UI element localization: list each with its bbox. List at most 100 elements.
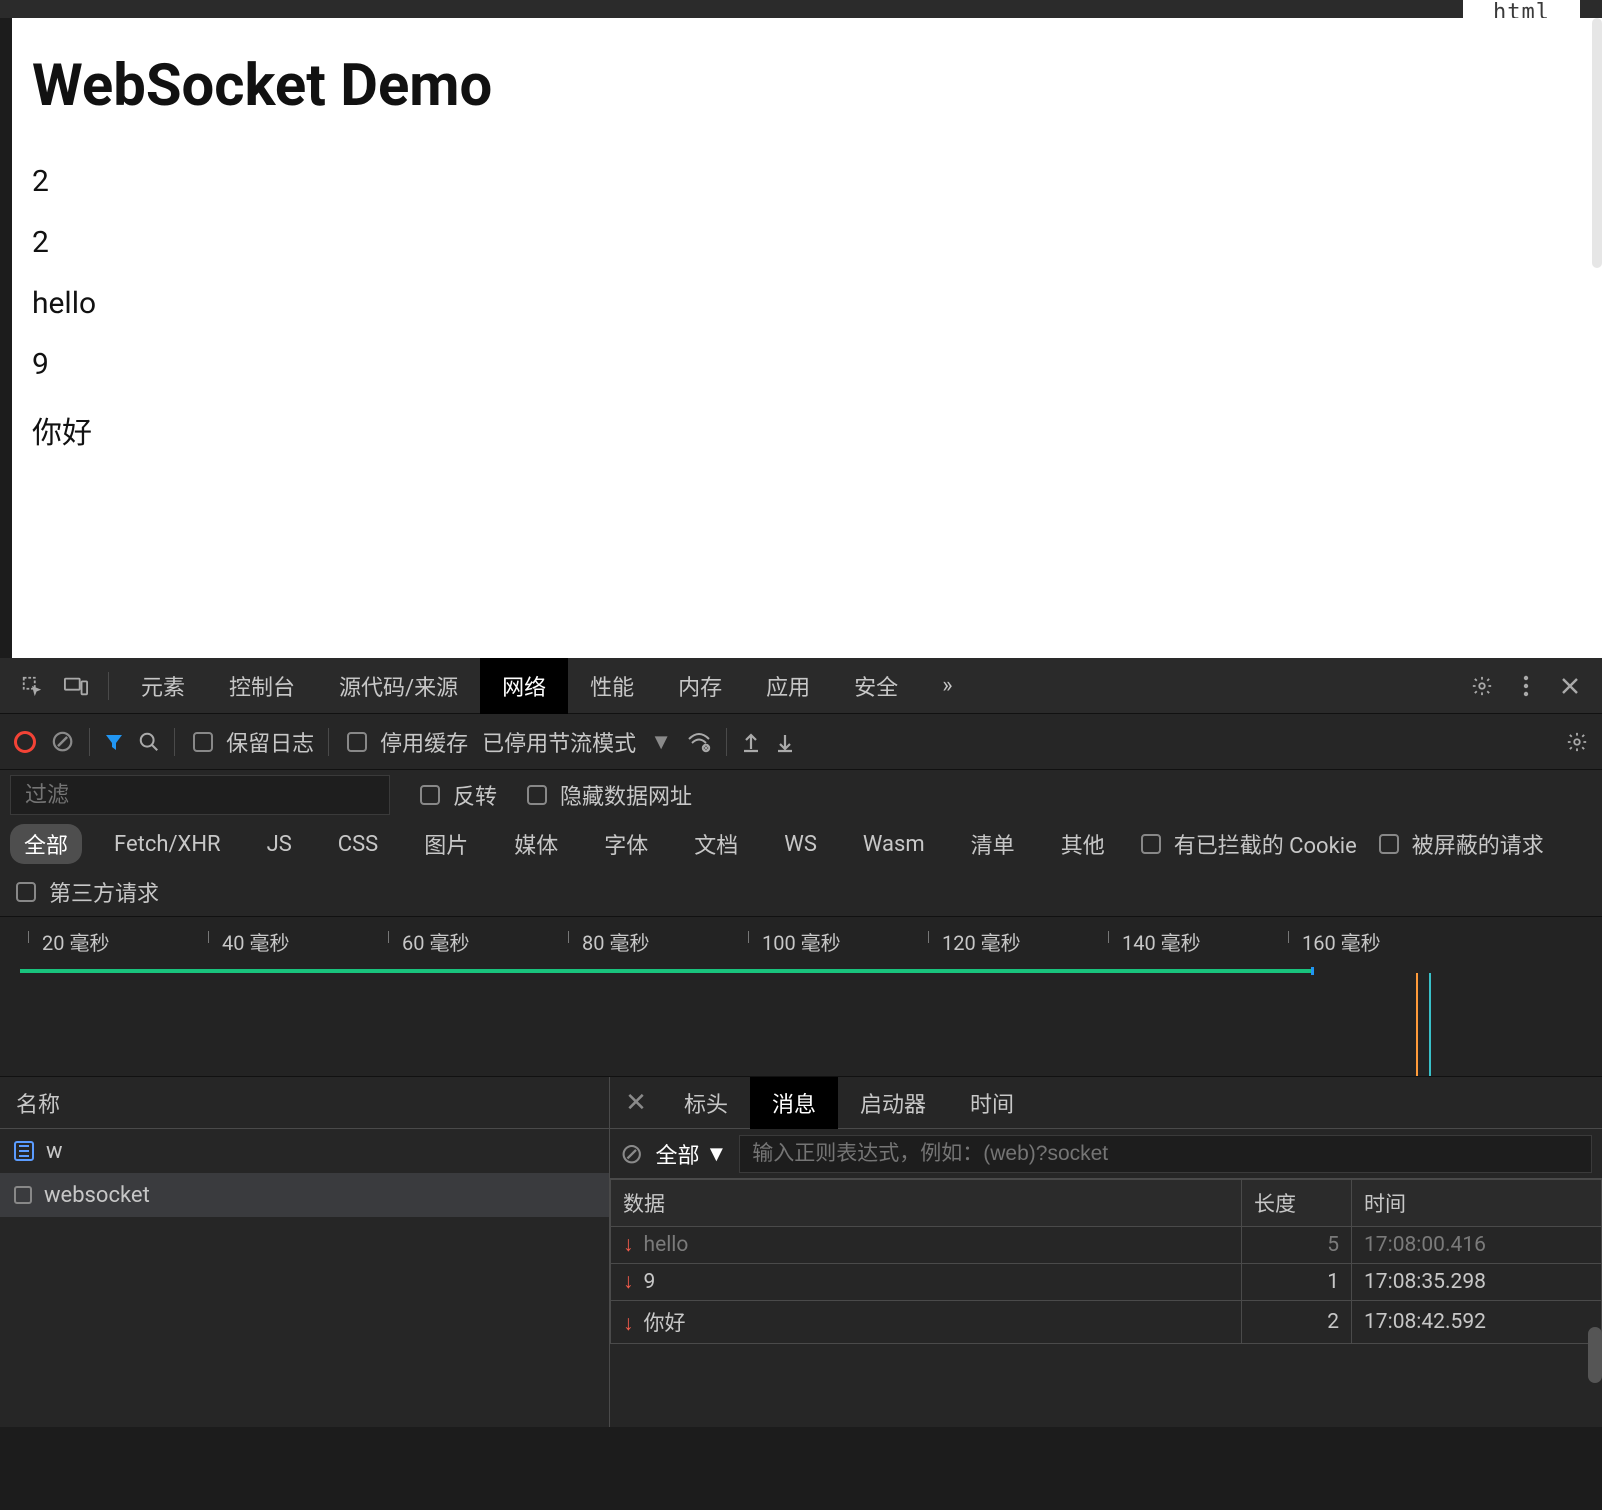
websocket-icon: [14, 1186, 32, 1204]
timeline-marker-dom: [1416, 973, 1418, 1076]
request-row[interactable]: websocket: [0, 1173, 609, 1217]
network-settings-icon[interactable]: [1566, 731, 1588, 753]
settings-icon[interactable]: [1460, 664, 1504, 708]
preserve-log-checkbox[interactable]: 保留日志: [189, 726, 314, 758]
filter-chip-fetchxhr[interactable]: Fetch/XHR: [100, 828, 235, 861]
blocked-requests-checkbox[interactable]: 被屏蔽的请求: [1375, 828, 1544, 860]
timeline-bar-end: [1311, 967, 1314, 975]
tabs-overflow[interactable]: »: [920, 658, 974, 714]
tab-performance[interactable]: 性能: [568, 658, 656, 714]
timeline-tick: 120 毫秒: [900, 927, 1080, 967]
filter-chip-manifest[interactable]: 清单: [957, 824, 1029, 864]
download-har-icon[interactable]: [775, 731, 795, 753]
clear-messages-icon[interactable]: ⊘: [620, 1137, 643, 1170]
search-icon[interactable]: [138, 731, 160, 753]
request-list: 名称 w websocket: [0, 1077, 610, 1427]
divider: [108, 672, 109, 700]
tab-security[interactable]: 安全: [832, 658, 920, 714]
filter-chip-other[interactable]: 其他: [1047, 824, 1119, 864]
arrow-down-icon: ↓: [623, 1312, 634, 1336]
filter-chip-js[interactable]: JS: [253, 828, 306, 861]
divider: [89, 728, 90, 756]
filter-chip-wasm[interactable]: Wasm: [849, 828, 939, 861]
third-party-checkbox[interactable]: 第三方请求: [12, 876, 159, 908]
filter-chip-ws[interactable]: WS: [770, 828, 831, 861]
filter-chip-doc[interactable]: 文档: [680, 824, 752, 864]
timeline-tick: 40 毫秒: [180, 927, 360, 967]
request-row[interactable]: w: [0, 1129, 609, 1173]
invert-checkbox[interactable]: 反转: [416, 779, 497, 811]
col-time[interactable]: 时间: [1352, 1180, 1602, 1227]
tab-elements[interactable]: 元素: [119, 658, 207, 714]
arrow-down-icon: ↓: [623, 1233, 634, 1257]
filter-chip-all[interactable]: 全部: [10, 824, 82, 864]
detail-tabs: ✕ 标头 消息 启动器 时间: [610, 1077, 1602, 1129]
throttling-label: 已停用节流模式: [482, 726, 636, 758]
hide-data-urls-checkbox[interactable]: 隐藏数据网址: [523, 779, 692, 811]
tab-console[interactable]: 控制台: [207, 658, 317, 714]
network-conditions-icon[interactable]: [686, 731, 712, 753]
detail-tab-initiator[interactable]: 启动器: [838, 1077, 948, 1129]
messages-filter-all[interactable]: 全部 ▼: [655, 1138, 727, 1170]
divider: [328, 728, 329, 756]
document-icon: [14, 1141, 34, 1161]
close-devtools-icon[interactable]: [1548, 664, 1592, 708]
col-data[interactable]: 数据: [611, 1180, 1242, 1227]
disable-cache-checkbox[interactable]: 停用缓存: [343, 726, 468, 758]
detail-tab-headers[interactable]: 标头: [662, 1077, 750, 1129]
close-detail-icon[interactable]: ✕: [610, 1088, 662, 1118]
detail-tab-messages[interactable]: 消息: [750, 1077, 838, 1129]
page-title: WebSocket Demo: [32, 52, 1582, 120]
message-line: hello: [32, 286, 1582, 321]
divider: [174, 728, 175, 756]
throttling-dropdown-icon[interactable]: ▼: [650, 729, 672, 755]
col-length[interactable]: 长度: [1242, 1180, 1352, 1227]
disable-cache-input[interactable]: [347, 732, 367, 752]
timeline-tick: 140 毫秒: [1080, 927, 1260, 967]
record-button[interactable]: [14, 731, 36, 753]
devtools-tabs: 元素 控制台 源代码/来源 网络 性能 内存 应用 安全 »: [0, 658, 1602, 714]
message-row[interactable]: ↓hello 5 17:08:00.416: [611, 1227, 1602, 1264]
filter-chip-media[interactable]: 媒体: [500, 824, 572, 864]
request-name: w: [46, 1139, 63, 1164]
filter-input[interactable]: [10, 775, 390, 815]
timeline-tick: 20 毫秒: [0, 927, 180, 967]
message-line: 2: [32, 164, 1582, 199]
blocked-cookies-checkbox[interactable]: 有已拦截的 Cookie: [1137, 828, 1357, 860]
preserve-log-input[interactable]: [193, 732, 213, 752]
filter-icon[interactable]: [104, 732, 124, 752]
network-toolbar: ⊘ 保留日志 停用缓存 已停用节流模式 ▼: [0, 714, 1602, 770]
device-toggle-icon[interactable]: [54, 664, 98, 708]
message-line: 你好: [32, 408, 1582, 452]
clear-icon[interactable]: ⊘: [50, 724, 75, 759]
filter-chip-css[interactable]: CSS: [324, 828, 392, 861]
tab-sources[interactable]: 源代码/来源: [317, 658, 480, 714]
message-row[interactable]: ↓9 1 17:08:35.298: [611, 1264, 1602, 1301]
detail-tab-timing[interactable]: 时间: [948, 1077, 1036, 1129]
message-line: 2: [32, 225, 1582, 260]
network-split: 名称 w websocket ✕ 标头 消息 启动器 时间 ⊘ 全部: [0, 1077, 1602, 1427]
filter-chip-img[interactable]: 图片: [410, 824, 482, 864]
filter-chip-font[interactable]: 字体: [590, 824, 662, 864]
message-line: 9: [32, 347, 1582, 382]
upload-har-icon[interactable]: [741, 731, 761, 753]
tab-application[interactable]: 应用: [744, 658, 832, 714]
timeline-tick: 60 毫秒: [360, 927, 540, 967]
request-list-header: 名称: [0, 1077, 609, 1129]
message-row[interactable]: ↓你好 2 17:08:42.592: [611, 1301, 1602, 1344]
request-detail-panel: ✕ 标头 消息 启动器 时间 ⊘ 全部 ▼ 数据 长度 时: [610, 1077, 1602, 1427]
kebab-icon[interactable]: [1504, 664, 1548, 708]
tab-memory[interactable]: 内存: [656, 658, 744, 714]
page-content: WebSocket Demo 2 2 hello 9 你好: [12, 18, 1602, 658]
inspect-icon[interactable]: [10, 664, 54, 708]
timeline-marker-load: [1429, 973, 1431, 1076]
divider: [726, 728, 727, 756]
scrollbar-thumb[interactable]: [1588, 1327, 1602, 1383]
tab-network[interactable]: 网络: [480, 658, 568, 714]
disable-cache-label: 停用缓存: [380, 726, 468, 758]
network-timeline[interactable]: 20 毫秒 40 毫秒 60 毫秒 80 毫秒 100 毫秒 120 毫秒 14…: [0, 917, 1602, 1077]
messages-regex-input[interactable]: [739, 1135, 1592, 1173]
messages-table: 数据 长度 时间 ↓hello 5 17:08:00.416 ↓9 1 17:0…: [610, 1179, 1602, 1344]
timeline-tick: 100 毫秒: [720, 927, 900, 967]
timeline-bar: [20, 969, 1314, 973]
